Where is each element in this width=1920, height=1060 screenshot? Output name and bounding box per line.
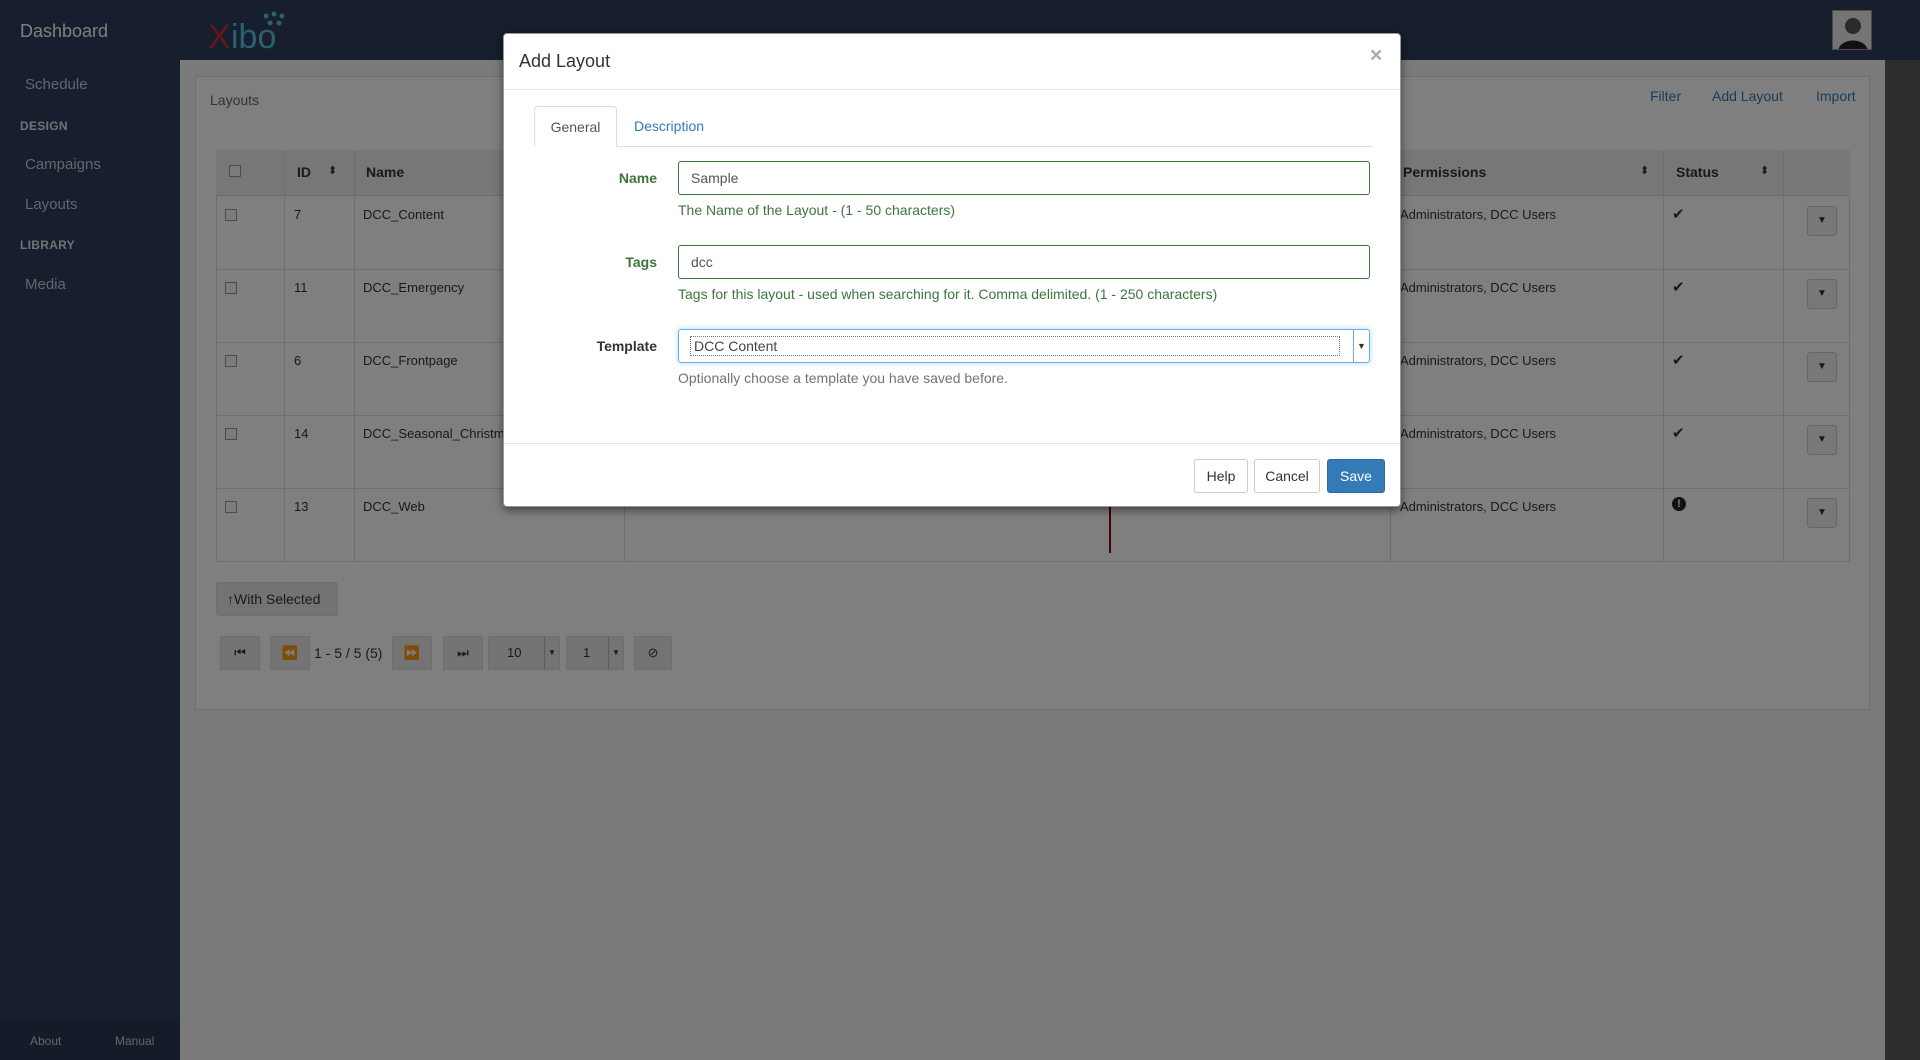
cancel-button[interactable]: Cancel [1254, 459, 1320, 493]
modal-footer-divider [504, 443, 1400, 444]
save-button[interactable]: Save [1327, 459, 1385, 493]
add-layout-modal: Add Layout × General Description Name Sa… [503, 33, 1401, 507]
close-icon[interactable]: × [1370, 44, 1382, 68]
tags-help-text: Tags for this layout - used when searchi… [678, 286, 1218, 302]
modal-title: Add Layout [519, 51, 611, 71]
tab-general[interactable]: General [534, 106, 617, 147]
template-label: Template [596, 338, 657, 354]
tab-description[interactable]: Description [634, 106, 704, 147]
name-input[interactable]: Sample [678, 161, 1370, 195]
tags-label: Tags [625, 254, 657, 270]
modal-header [504, 34, 1400, 90]
template-help-text: Optionally choose a template you have sa… [678, 370, 1008, 386]
tags-input[interactable]: dcc [678, 245, 1370, 279]
help-button[interactable]: Help [1194, 459, 1248, 493]
name-label: Name [618, 170, 657, 186]
chevron-down-icon[interactable]: ▼ [1353, 330, 1369, 362]
template-select-value: DCC Content [690, 336, 1340, 356]
template-select[interactable]: DCC Content ▼ [678, 329, 1370, 363]
name-help-text: The Name of the Layout - (1 - 50 charact… [678, 202, 956, 218]
